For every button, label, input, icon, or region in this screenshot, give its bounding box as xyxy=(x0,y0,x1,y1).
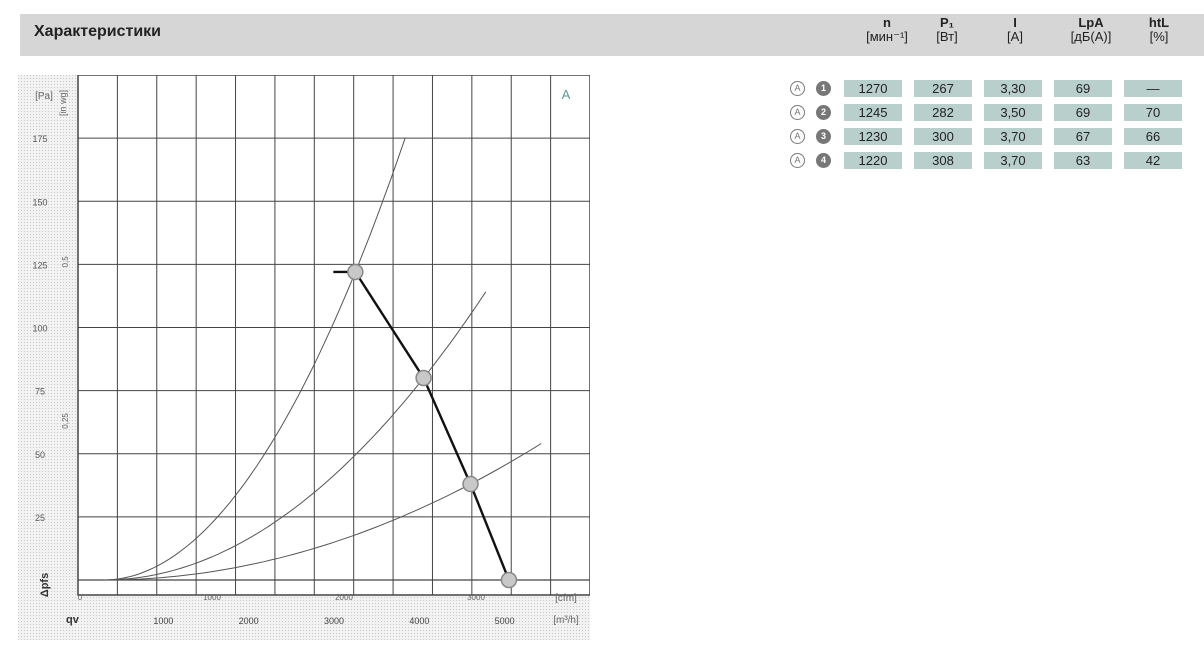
row-badges: A 4 xyxy=(790,153,834,169)
point-badge: 4 xyxy=(816,153,831,168)
x-top-tick-label: 0 xyxy=(78,593,83,602)
cell-lpa: 69 xyxy=(1054,80,1112,97)
cell-htl: 42 xyxy=(1124,152,1182,169)
curve-label: A xyxy=(562,87,571,102)
cell-n: 1270 xyxy=(844,80,902,97)
row-badges: A 1 xyxy=(790,81,834,97)
col-head-p1: P₁ [Вт] xyxy=(936,15,958,44)
x-unit-top-label: [cfm] xyxy=(555,593,577,604)
operating-point-4 xyxy=(500,571,518,589)
cell-p1: 300 xyxy=(914,128,972,145)
cell-i: 3,30 xyxy=(984,80,1042,97)
x-bottom-tick-label: 2000 xyxy=(239,616,259,626)
mode-badge: A xyxy=(790,129,805,144)
x-bottom-tick-label: 3000 xyxy=(324,616,344,626)
y-tick-label: 125 xyxy=(32,260,47,270)
cell-i: 3,70 xyxy=(984,152,1042,169)
x-top-tick-label: 1000 xyxy=(203,593,221,602)
header-bar: Характеристики n [мин⁻¹] P₁ [Вт] I [A] L… xyxy=(20,14,1204,56)
cell-lpa: 69 xyxy=(1054,104,1112,121)
y-symbol: Δpfs xyxy=(39,573,51,597)
cell-i: 3,70 xyxy=(984,128,1042,145)
fan-curve-chart: 25 50 75 100 125 150 175 0,5 0,25 1000 2000 3000 4… xyxy=(18,75,590,640)
mode-badge: A xyxy=(790,81,805,96)
mode-badge: A xyxy=(790,105,805,120)
col-head-htl: htL [%] xyxy=(1148,15,1170,44)
operating-point-1 xyxy=(347,263,364,281)
col-head-lpa: LpA [дБ(A)] xyxy=(1070,15,1112,44)
operating-point-3 xyxy=(462,475,479,493)
cell-lpa: 63 xyxy=(1054,152,1112,169)
x-top-tick-label: 2000 xyxy=(335,593,353,602)
y-tick-label: 50 xyxy=(35,450,45,460)
y-tick-label: 75 xyxy=(35,387,45,397)
cell-n: 1230 xyxy=(844,128,902,145)
y-alt-tick-label: 0,5 xyxy=(61,256,70,268)
x-unit-bottom-label: [m³/h] xyxy=(553,615,579,626)
cell-htl: — xyxy=(1124,80,1182,97)
cell-n: 1245 xyxy=(844,104,902,121)
mode-badge: A xyxy=(790,153,805,168)
col-head-i: I [A] xyxy=(1007,15,1023,44)
row-badges: A 2 xyxy=(790,105,834,121)
y-tick-label: 100 xyxy=(32,324,47,334)
cell-i: 3,50 xyxy=(984,104,1042,121)
cell-lpa: 67 xyxy=(1054,128,1112,145)
point-badge: 2 xyxy=(816,105,831,120)
cell-p1: 282 xyxy=(914,104,972,121)
y-unit-label: [Pa] xyxy=(35,91,53,102)
cell-htl: 70 xyxy=(1124,104,1182,121)
cell-p1: 267 xyxy=(914,80,972,97)
x-bottom-tick-label: 4000 xyxy=(409,616,429,626)
cell-n: 1220 xyxy=(844,152,902,169)
col-head-n: n [мин⁻¹] xyxy=(866,15,908,44)
x-symbol: qv xyxy=(66,614,80,626)
cell-htl: 66 xyxy=(1124,128,1182,145)
section-title: Характеристики xyxy=(34,23,162,40)
x-top-tick-label: 3000 xyxy=(467,593,485,602)
x-bottom-tick-label: 5000 xyxy=(495,616,515,626)
y-tick-label: 25 xyxy=(35,513,45,523)
y-alt-tick-label: 0,25 xyxy=(61,413,70,429)
y-unit-alt-label: [in wg] xyxy=(58,90,68,116)
y-tick-label: 150 xyxy=(32,197,47,207)
y-axis-band xyxy=(18,75,78,640)
cell-p1: 308 xyxy=(914,152,972,169)
y-tick-label: 175 xyxy=(32,134,47,144)
row-badges: A 3 xyxy=(790,129,834,145)
point-badge: 1 xyxy=(816,81,831,96)
operating-point-2 xyxy=(415,369,432,387)
point-badge: 3 xyxy=(816,129,831,144)
x-bottom-tick-label: 1000 xyxy=(153,616,173,626)
